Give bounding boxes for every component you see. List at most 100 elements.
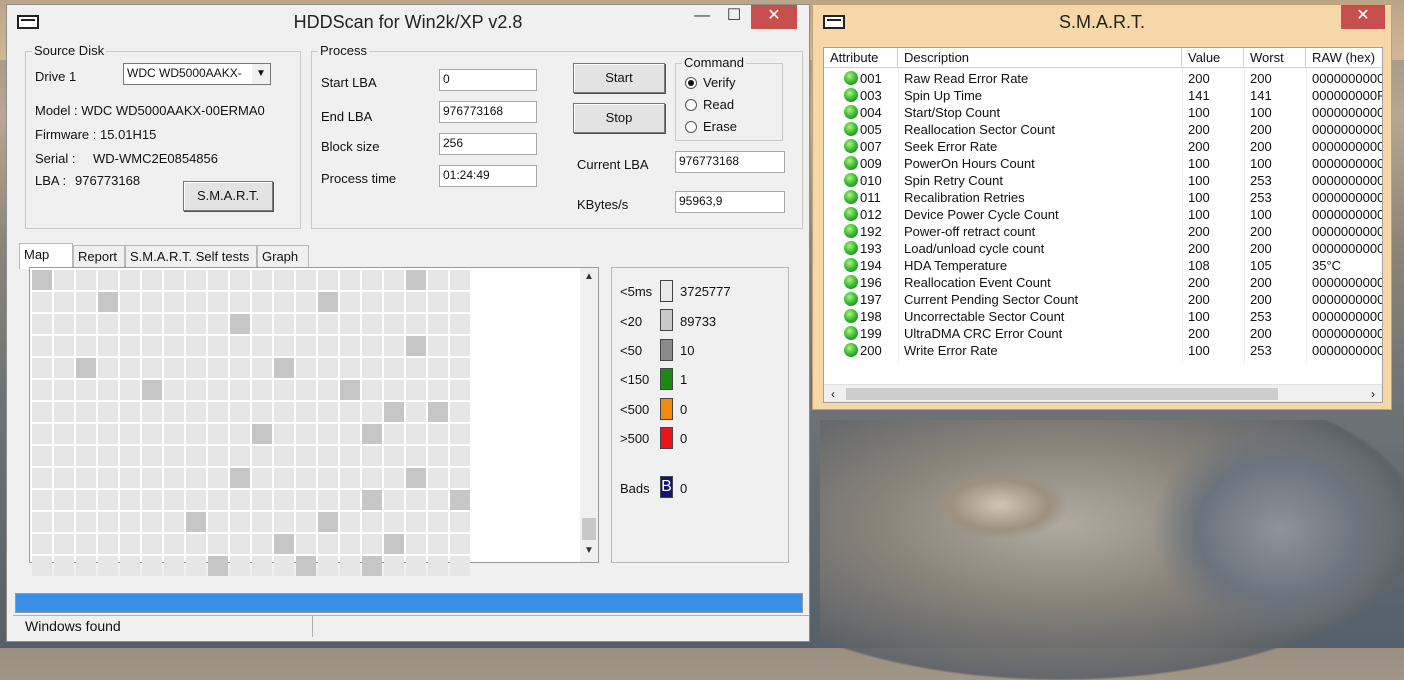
map-block [142, 424, 162, 444]
hscroll-thumb[interactable] [846, 388, 1278, 400]
table-row[interactable]: 198 Uncorrectable Sector Count 100 253 00000… [824, 308, 1382, 325]
attr-id: 011 [860, 190, 881, 205]
attr-raw: 0000000000 [1312, 156, 1383, 171]
col-description[interactable]: Description [898, 48, 1182, 68]
table-row[interactable]: 004 Start/Stop Count 100 100 0000000000 [824, 104, 1382, 121]
read-label: Read [703, 97, 735, 112]
map-block [164, 314, 184, 334]
col-worst[interactable]: Worst [1244, 48, 1306, 68]
attr-raw: 0000000000 [1312, 190, 1383, 205]
erase-radio[interactable] [685, 121, 697, 133]
process-label: Process [318, 43, 369, 58]
map-block [318, 292, 338, 312]
map-block [142, 380, 162, 400]
attr-id: 193 [860, 241, 882, 256]
table-row[interactable]: 200 Write Error Rate 100 253 0000000000 [824, 342, 1383, 359]
attr-raw: 0000000000 [1312, 139, 1383, 154]
model-text: Model : WDC WD5000AAKX-00ERMA0 [35, 103, 265, 118]
map-block [318, 556, 338, 576]
map-block [142, 490, 162, 510]
map-block [428, 358, 448, 378]
map-block [318, 468, 338, 488]
attr-value: 141 [1188, 88, 1210, 103]
map-block [208, 468, 228, 488]
verify-radio[interactable] [685, 77, 697, 89]
map-block [230, 556, 250, 576]
tab-graph[interactable]: Graph [257, 245, 309, 268]
map-scrollbar[interactable]: ▲ ▼ [580, 268, 598, 562]
map-block [428, 424, 448, 444]
map-block [76, 446, 96, 466]
table-row[interactable]: 192 Power-off retract count 200 200 00000000… [824, 223, 1382, 240]
map-block [274, 270, 294, 290]
attr-raw: 0000000000 [1312, 343, 1383, 358]
attr-id: 192 [860, 224, 882, 239]
table-row[interactable]: 193 Load/unload cycle count 200 200 00000000… [824, 240, 1382, 257]
table-row[interactable]: 199 UltraDMA CRC Error Count 200 200 0000000… [824, 325, 1382, 342]
map-block [252, 424, 272, 444]
scroll-right-icon[interactable]: › [1364, 385, 1382, 402]
table-row[interactable]: 009 PowerOn Hours Count 100 100 0000000000 [824, 155, 1383, 172]
attr-id: 010 [860, 173, 882, 188]
map-block [274, 358, 294, 378]
map-block [296, 468, 316, 488]
chevron-down-icon[interactable]: ▼ [252, 64, 270, 84]
attr-raw: 35°C [1312, 258, 1342, 273]
table-row[interactable]: 197 Current Pending Sector Count 200 200 000… [824, 291, 1382, 308]
scroll-left-icon[interactable]: ‹ [824, 385, 842, 402]
table-row[interactable]: 012 Device Power Cycle Count 100 100 0000000… [824, 206, 1382, 223]
col-raw[interactable]: RAW (hex) [1306, 48, 1382, 68]
table-row[interactable]: 005 Reallocation Sector Count 200 200 000000… [824, 121, 1382, 138]
attr-description: Spin Retry Count [904, 173, 1003, 188]
smart-close-button[interactable]: ✕ [1341, 5, 1385, 29]
tab-map[interactable]: Map [19, 243, 73, 269]
col-value[interactable]: Value [1182, 48, 1244, 68]
block-map: ▲ ▼ [29, 267, 599, 576]
legend-label: >500 [620, 431, 650, 446]
start-button[interactable]: Start [573, 63, 665, 93]
source-disk-label: Source Disk [32, 43, 107, 58]
table-row[interactable]: 003 Spin Up Time 141 141 000000000F [824, 87, 1382, 104]
block-size-input[interactable]: 256 [439, 133, 537, 155]
map-block [54, 292, 74, 312]
map-block [208, 270, 228, 290]
table-row[interactable]: 007 Seek Error Rate 200 200 0000000000 [824, 138, 1383, 155]
map-block [450, 314, 470, 334]
table-row[interactable]: 011 Recalibration Retries 100 253 0000000000 [824, 189, 1383, 206]
attr-description: Reallocation Sector Count [904, 122, 1056, 137]
tab-report[interactable]: Report [73, 245, 125, 268]
map-block [32, 358, 52, 378]
smart-hscrollbar[interactable]: ‹ › [824, 384, 1382, 402]
map-block [362, 402, 382, 422]
map-block [296, 446, 316, 466]
map-block [406, 468, 426, 488]
attr-description: Spin Up Time [904, 88, 983, 103]
map-block [274, 380, 294, 400]
col-attribute[interactable]: Attribute [824, 48, 898, 68]
smart-button[interactable]: S.M.A.R.T. [183, 181, 273, 211]
smart-table[interactable]: Attribute Description Value Worst RAW (h… [823, 47, 1383, 403]
smart-title-bar[interactable]: S.M.A.R.T. ✕ [813, 5, 1391, 37]
status-ok-icon [844, 309, 858, 323]
title-bar[interactable]: HDDScan for Win2k/XP v2.8 — ☐ ✕ [7, 5, 809, 37]
scroll-thumb[interactable] [582, 518, 596, 540]
attr-value: 100 [1188, 207, 1210, 222]
close-button[interactable]: ✕ [751, 5, 797, 29]
map-block [362, 336, 382, 356]
map-block [208, 424, 228, 444]
drive-select[interactable]: WDC WD5000AAKX- ▼ [123, 63, 271, 85]
process-time-value: 01:24:49 [439, 165, 537, 187]
tab-smart-self-tests[interactable]: S.M.A.R.T. Self tests [125, 245, 257, 268]
scroll-up-icon[interactable]: ▲ [580, 268, 598, 286]
table-row[interactable]: 001 Raw Read Error Rate 200 200 0000000000 [824, 70, 1382, 87]
scroll-down-icon[interactable]: ▼ [580, 542, 598, 560]
stop-button[interactable]: Stop [573, 103, 665, 133]
end-lba-input[interactable]: 976773168 [439, 101, 537, 123]
read-radio[interactable] [685, 99, 697, 111]
table-row[interactable]: 194 HDA Temperature 108 105 35°C [824, 257, 1382, 274]
table-row[interactable]: 196 Reallocation Event Count 200 200 0000000… [824, 274, 1382, 291]
map-block [186, 270, 206, 290]
start-lba-input[interactable]: 0 [439, 69, 537, 91]
legend-swatch [660, 309, 673, 331]
table-row[interactable]: 010 Spin Retry Count 100 253 0000000000 [824, 172, 1382, 189]
